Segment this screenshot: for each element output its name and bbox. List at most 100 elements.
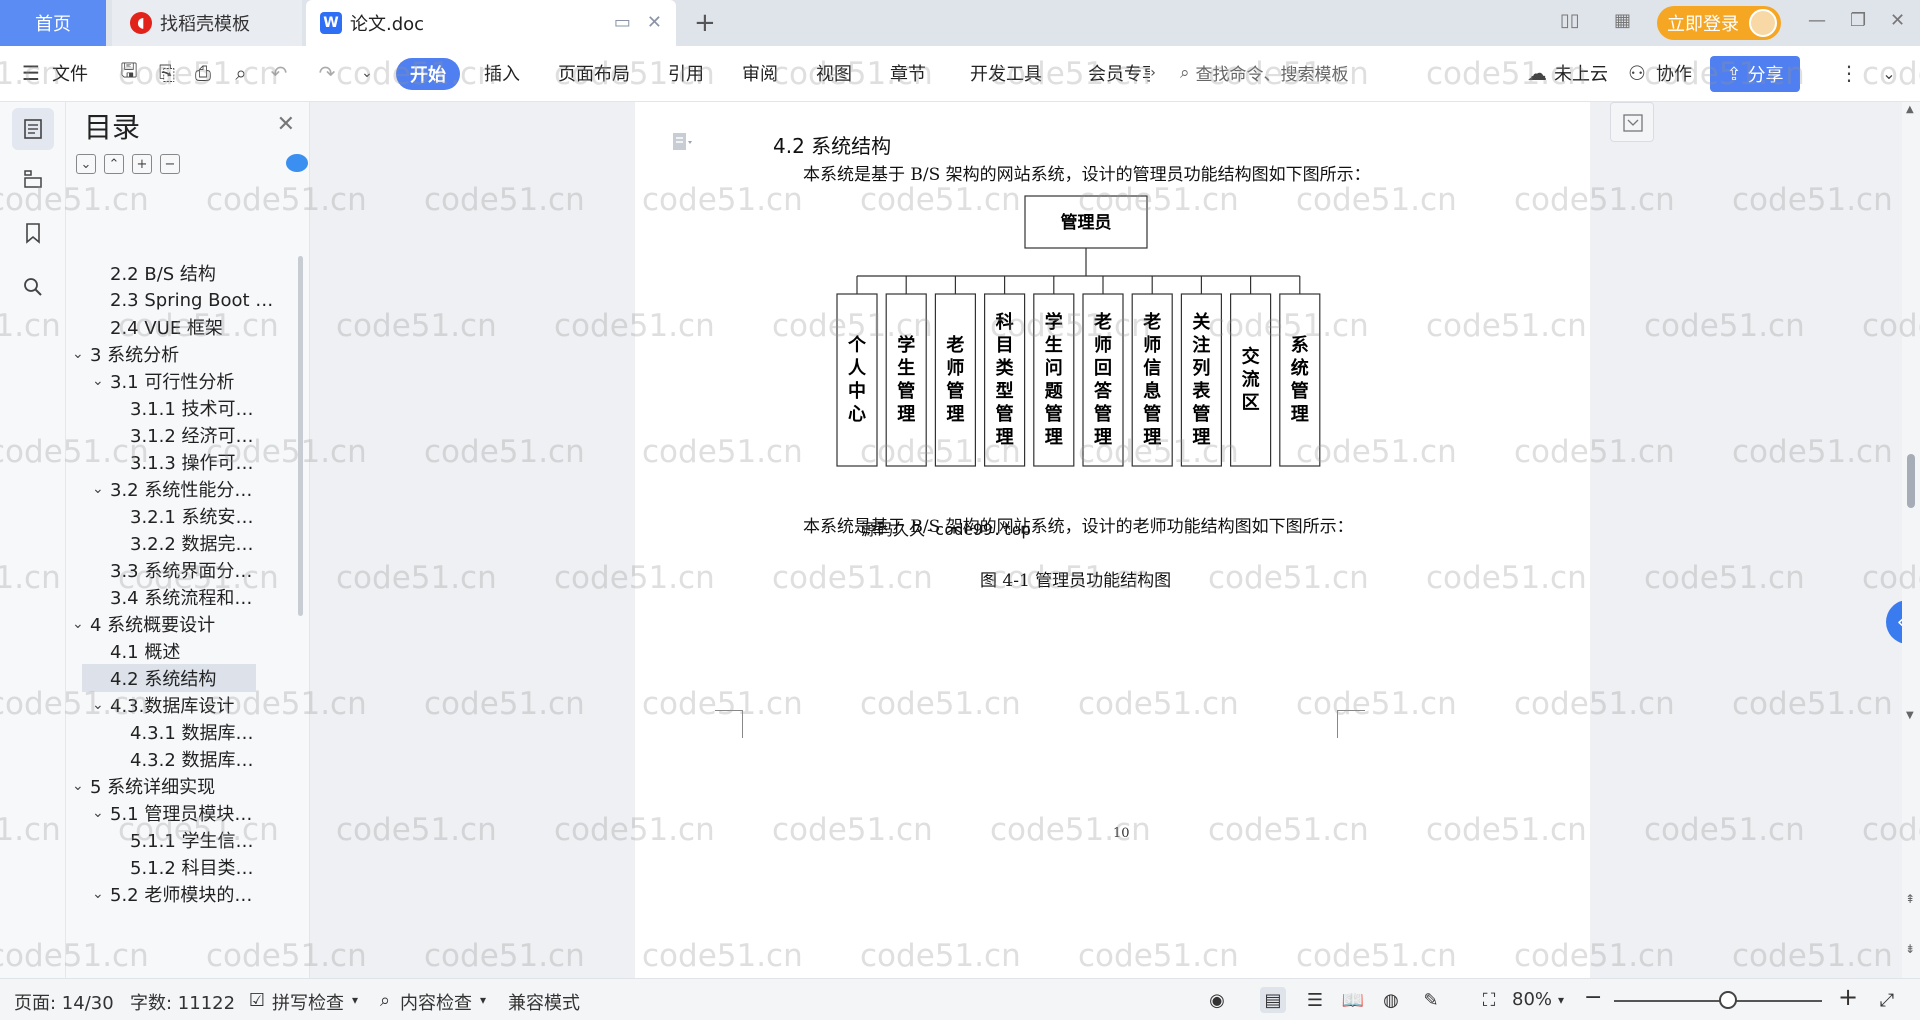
fit-page-icon[interactable]: ⛶	[1476, 987, 1502, 1013]
print-icon[interactable]: ⎙	[190, 60, 216, 86]
bookmark-icon[interactable]	[12, 212, 54, 254]
command-search[interactable]: ⌕ 查找命令、搜索模板	[1180, 60, 1349, 86]
tab-home[interactable]: 首页	[0, 0, 106, 46]
file-menu[interactable]: 文件	[52, 60, 88, 86]
toc-item[interactable]: 4.2 系统结构	[82, 664, 256, 692]
toc-item[interactable]: 3.3 系统界面分…	[92, 556, 252, 584]
scroll-up-icon[interactable]: ▲	[1906, 104, 1914, 115]
toc-item[interactable]: 3.1.2 经济可…	[112, 421, 254, 449]
collapse-all-icon[interactable]: ⌃	[104, 154, 124, 174]
close-icon[interactable]: ✕	[277, 112, 295, 137]
zoom-out-icon[interactable]: −	[1584, 985, 1602, 1010]
eye-protection-icon[interactable]: ◉	[1204, 987, 1230, 1013]
next-page-icon[interactable]: ⇟	[1905, 942, 1915, 956]
export-pdf-icon[interactable]: ⎘	[154, 60, 180, 86]
toc-item[interactable]: 3.1.1 技术可…	[112, 394, 254, 422]
toc-item[interactable]: 3.2.1 系统安…	[112, 502, 254, 530]
chevron-down-icon[interactable]: ⌄	[72, 616, 90, 632]
zoom-in-icon[interactable]: +	[1838, 983, 1858, 1011]
reading-view-icon[interactable]: 📖	[1340, 987, 1366, 1013]
toc-item[interactable]: 3.4 系统流程和…	[92, 583, 252, 611]
paragraph-style-icon[interactable]	[671, 130, 693, 154]
toc-item[interactable]: ⌄ 3 系统分析	[72, 340, 179, 368]
toc-item[interactable]: 3.2.2 数据完…	[112, 529, 254, 557]
chevron-down-icon[interactable]: ⌄	[92, 481, 110, 497]
search-icon[interactable]	[12, 266, 54, 308]
ribbon-tab-review[interactable]: 审阅	[742, 60, 778, 86]
ribbon-tab-view[interactable]: 视图	[816, 60, 852, 86]
toc-item[interactable]: 3.1.3 操作可…	[112, 448, 254, 476]
screen-display-icon[interactable]: ▭	[614, 12, 631, 33]
ribbon-tab-references[interactable]: 引用	[668, 60, 704, 86]
toc-item[interactable]: 5.1.2 科目类…	[112, 853, 254, 881]
ribbon-scroll-right-icon[interactable]: ›	[1140, 60, 1166, 86]
scrollbar-thumb[interactable]	[1907, 454, 1915, 508]
ribbon-tab-start[interactable]: 开始	[396, 58, 460, 90]
ribbon-tab-layout[interactable]: 页面布局	[558, 60, 630, 86]
toc-item[interactable]: 2.2 B/S 结构	[92, 259, 216, 287]
more-options-icon[interactable]: ⋮	[1836, 60, 1862, 86]
chevron-down-icon[interactable]: ⌄	[92, 373, 110, 389]
minimize-icon[interactable]: —	[1808, 10, 1826, 31]
toc-item[interactable]: 4.3.1 数据库…	[112, 718, 254, 746]
ribbon-tab-insert[interactable]: 插入	[484, 60, 520, 86]
vertical-scrollbar[interactable]: ▲ ▼ ⇞ ⇟	[1902, 102, 1920, 978]
share-button[interactable]: ⇪ 分享	[1710, 56, 1800, 92]
toc-panel-icon[interactable]	[12, 108, 54, 150]
toc-item[interactable]: ⌄ 4 系统概要设计	[72, 610, 215, 638]
ribbon-tab-developer[interactable]: 开发工具	[970, 60, 1042, 86]
outline-tree-icon[interactable]	[12, 158, 54, 200]
expand-side-panel-button[interactable]: ‹	[1886, 600, 1902, 644]
collapse-ribbon-icon[interactable]: ⌄	[1876, 60, 1902, 86]
zoom-dropdown-icon[interactable]: ▾	[1558, 993, 1564, 1007]
ribbon-tab-chapter[interactable]: 章节	[890, 60, 926, 86]
print-preview-icon[interactable]: ⌕	[228, 60, 254, 86]
chevron-down-icon[interactable]: ⌄	[92, 805, 110, 821]
add-heading-icon[interactable]: +	[132, 154, 152, 174]
tab-daoke-templates[interactable]: ◖ 找稻壳模板	[112, 0, 302, 46]
tab-document[interactable]: W 论文.doc ▭ ✕	[306, 0, 676, 46]
prev-page-icon[interactable]: ⇞	[1905, 892, 1915, 906]
toc-item[interactable]: ⌄ 3.2 系统性能分…	[92, 475, 252, 503]
toc-item[interactable]: ⌄ 5.2 老师模块的…	[92, 880, 252, 908]
write-mode-icon[interactable]: ✎	[1418, 987, 1444, 1013]
toc-item[interactable]: ⌄ 5 系统详细实现	[72, 772, 215, 800]
spell-check-button[interactable]: 拼写检查	[272, 989, 344, 1015]
zoom-slider[interactable]	[1614, 1000, 1822, 1002]
collab-button[interactable]: 协作	[1656, 60, 1692, 86]
zoom-level[interactable]: 80%	[1512, 989, 1552, 1010]
chevron-down-icon[interactable]: ⌄	[72, 346, 90, 362]
customize-toolbar-icon[interactable]: ⌄	[354, 60, 380, 86]
toc-item[interactable]: 2.4 VUE 框架	[92, 313, 223, 341]
apps-grid-icon[interactable]: ▦	[1614, 10, 1631, 31]
toc-item[interactable]: 4.3.2 数据库…	[112, 745, 254, 773]
content-check-dropdown-icon[interactable]: ▾	[480, 993, 486, 1007]
spell-dropdown-icon[interactable]: ▾	[352, 993, 358, 1007]
undo-icon[interactable]: ↶	[266, 60, 292, 86]
remove-heading-icon[interactable]: −	[160, 154, 180, 174]
page-indicator[interactable]: 页面: 14/30	[14, 989, 114, 1015]
chevron-down-icon[interactable]: ⌄	[72, 778, 90, 794]
scroll-down-icon[interactable]: ▼	[1906, 710, 1914, 721]
document-page[interactable]: 4.2 系统结构 本系统是基于 B/S 架构的网站系统，设计的管理员功能结构图如…	[635, 102, 1590, 978]
page-view-icon[interactable]: ▤	[1260, 987, 1286, 1013]
toc-item[interactable]: ⌄ 5.1 管理员模块…	[92, 799, 252, 827]
chevron-down-icon[interactable]: ⌄	[92, 697, 110, 713]
toc-scrollbar[interactable]	[298, 256, 303, 616]
close-tab-icon[interactable]: ✕	[647, 12, 662, 33]
fullscreen-icon[interactable]: ⤢	[1874, 987, 1900, 1013]
cloud-status[interactable]: 未上云	[1554, 60, 1608, 86]
assistant-bot-icon[interactable]	[286, 154, 308, 172]
close-window-icon[interactable]: ✕	[1890, 10, 1905, 31]
outline-view-icon[interactable]: ☰	[1302, 987, 1328, 1013]
save-icon[interactable]: 🖫	[116, 58, 142, 86]
toc-item[interactable]: ⌄ 3.1 可行性分析	[92, 367, 234, 395]
expand-all-icon[interactable]: ⌄	[76, 154, 96, 174]
word-count[interactable]: 字数: 11122	[130, 989, 235, 1015]
web-view-icon[interactable]: ◍	[1378, 987, 1404, 1013]
menu-icon[interactable]: ☰	[18, 60, 44, 86]
zoom-slider-knob[interactable]	[1719, 991, 1738, 1009]
toc-item[interactable]: 4.1 概述	[92, 637, 180, 665]
redo-icon[interactable]: ↷	[314, 60, 340, 86]
login-button[interactable]: 立即登录	[1657, 6, 1781, 40]
